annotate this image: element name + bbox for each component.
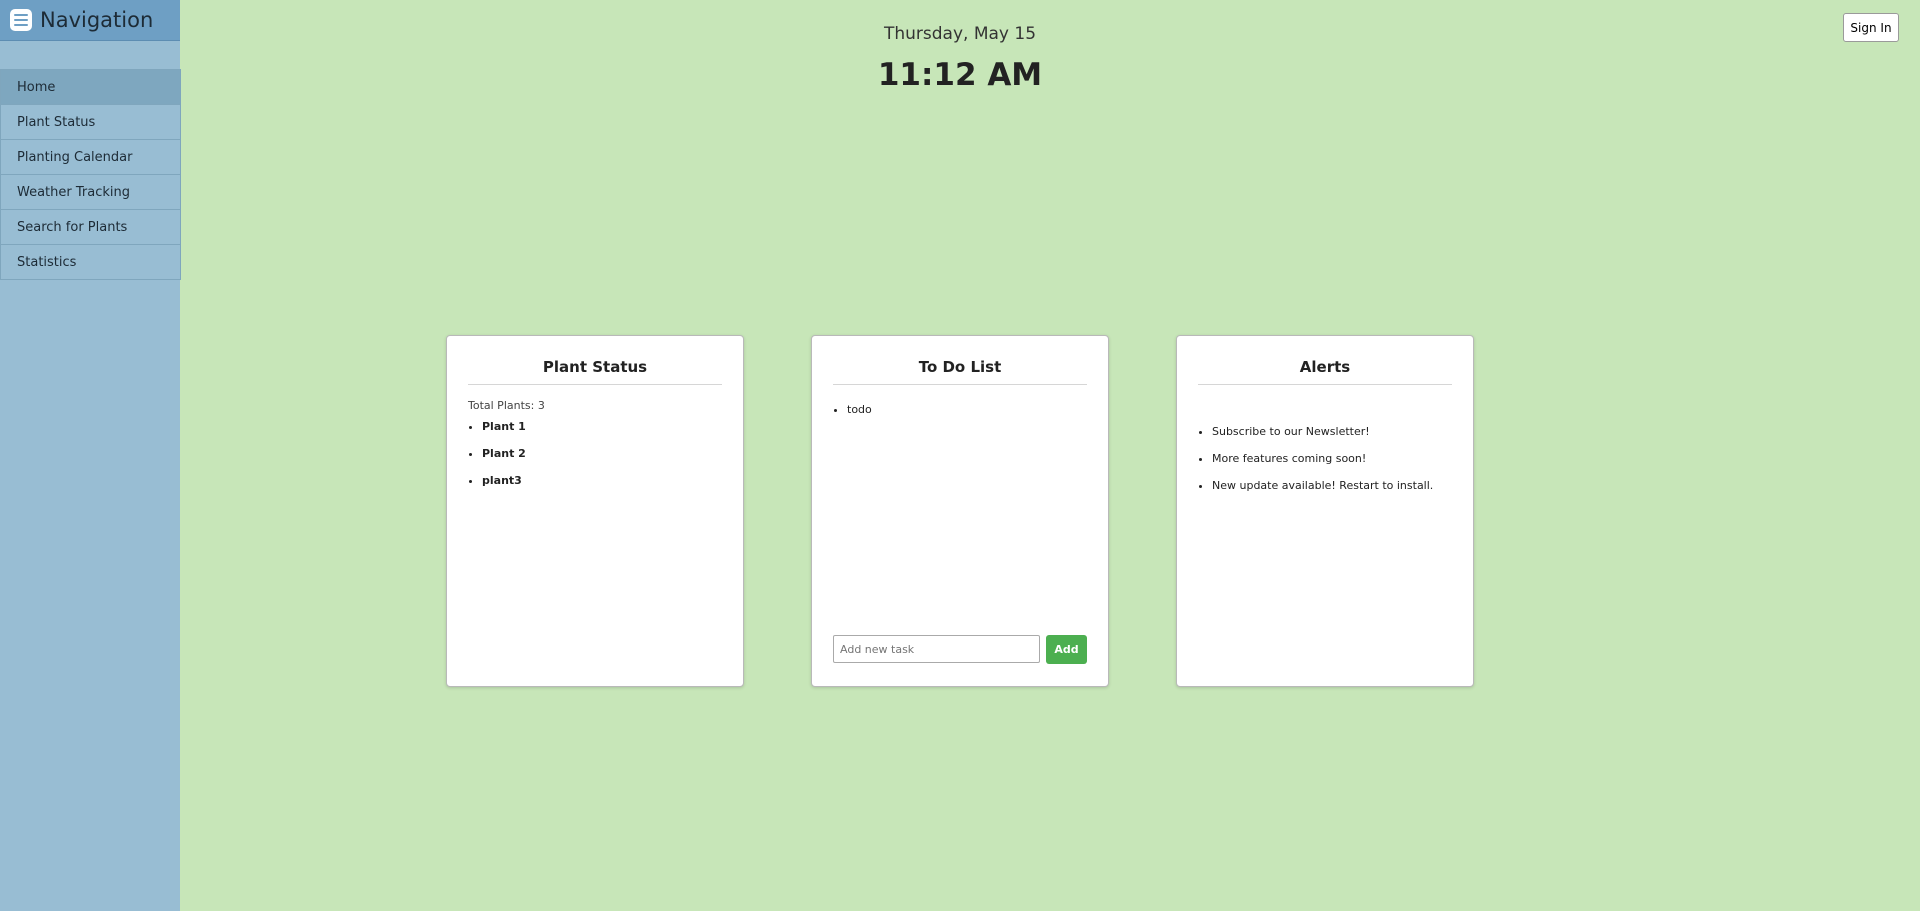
total-plants-text: Total Plants: 3 (468, 399, 545, 412)
sidebar-header: Navigation (0, 0, 180, 41)
todo-title: To Do List (833, 358, 1087, 385)
alerts-card: Alerts Subscribe to our Newsletter! More… (1176, 335, 1474, 687)
plant-status-title: Plant Status (468, 358, 722, 385)
sidebar-title: Navigation (40, 8, 154, 32)
alert-item: New update available! Restart to install… (1212, 479, 1452, 492)
alert-item: Subscribe to our Newsletter! (1212, 425, 1452, 438)
plant-list: Plant 1 Plant 2 plant3 (468, 420, 722, 487)
add-task-button[interactable]: Add (1046, 635, 1087, 664)
todo-list-item: todo (847, 403, 1087, 416)
alerts-list: Subscribe to our Newsletter! More featur… (1198, 425, 1452, 492)
sidebar-item-planting-calendar[interactable]: Planting Calendar (0, 140, 181, 175)
new-task-input[interactable] (833, 635, 1040, 663)
plant-list-item[interactable]: plant3 (482, 474, 722, 487)
nav-list: Home Plant Status Planting Calendar Weat… (0, 69, 181, 280)
sidebar: Navigation Home Plant Status Planting Ca… (0, 0, 181, 911)
sidebar-item-plant-status[interactable]: Plant Status (0, 105, 181, 140)
menu-icon[interactable] (10, 9, 32, 31)
plant-list-item[interactable]: Plant 1 (482, 420, 722, 433)
sidebar-item-weather-tracking[interactable]: Weather Tracking (0, 175, 181, 210)
sidebar-item-home[interactable]: Home (0, 69, 181, 105)
plant-list-item[interactable]: Plant 2 (482, 447, 722, 460)
current-time: 11:12 AM (877, 57, 1043, 93)
todo-list: todo (833, 403, 1087, 416)
todo-form: Add (833, 635, 1087, 664)
plant-status-card: Plant Status Total Plants: 3 Plant 1 Pla… (446, 335, 744, 687)
alert-item: More features coming soon! (1212, 452, 1452, 465)
sidebar-item-search-for-plants[interactable]: Search for Plants (0, 210, 181, 245)
current-date: Thursday, May 15 (883, 24, 1037, 44)
todo-card: To Do List todo Add (811, 335, 1109, 687)
alerts-title: Alerts (1198, 358, 1452, 385)
sign-in-button[interactable]: Sign In (1843, 13, 1899, 42)
sidebar-item-statistics[interactable]: Statistics (0, 245, 181, 280)
